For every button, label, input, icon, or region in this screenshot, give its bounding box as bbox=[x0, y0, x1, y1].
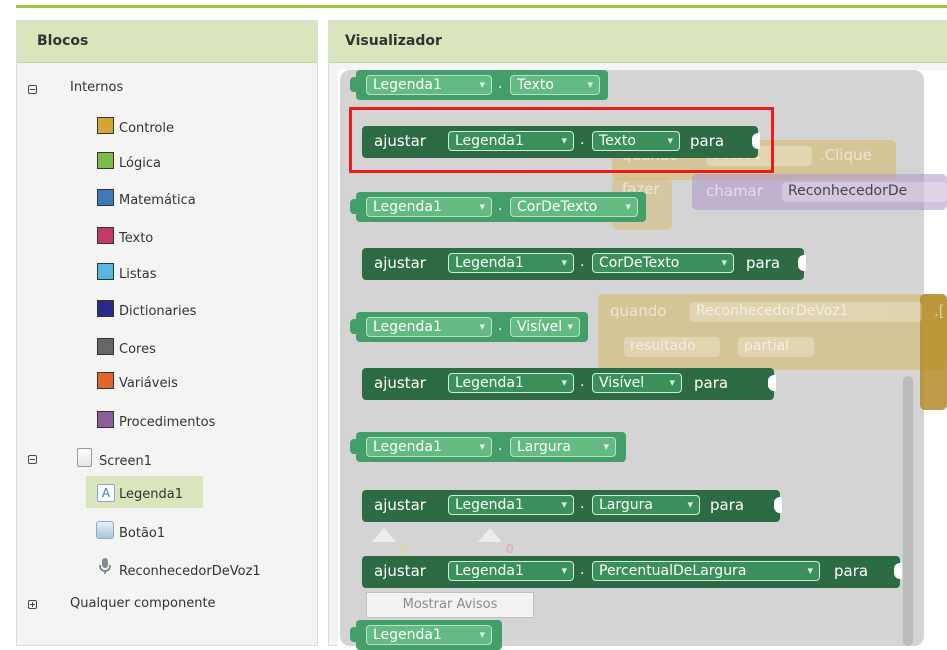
category-variaveis[interactable]: Variáveis bbox=[119, 376, 178, 391]
category-controle[interactable]: Controle bbox=[119, 121, 174, 136]
label-icon: A bbox=[97, 484, 115, 502]
tree-item-screen1[interactable]: Screen1 bbox=[99, 454, 152, 469]
microphone-icon bbox=[99, 557, 111, 575]
error-triangle-icon bbox=[478, 528, 502, 542]
listas-color-icon bbox=[97, 263, 114, 280]
ghost-param-partial: partial bbox=[738, 337, 814, 357]
category-texto[interactable]: Texto bbox=[119, 231, 153, 246]
component-botao1[interactable]: Botão1 bbox=[119, 526, 165, 541]
warning-count: 0 bbox=[400, 542, 408, 556]
category-dictionaries[interactable]: Dictionaries bbox=[119, 304, 196, 319]
component-dropdown[interactable]: Legenda1 bbox=[448, 561, 574, 581]
component-dropdown[interactable]: Legenda1 bbox=[448, 373, 574, 393]
show-warnings-button[interactable]: Mostrar Avisos bbox=[366, 592, 534, 618]
controle-color-icon bbox=[97, 117, 114, 134]
property-dropdown-visivel[interactable]: Visível bbox=[592, 373, 682, 393]
property-dropdown-cordetexto[interactable]: CorDeTexto bbox=[592, 253, 734, 273]
component-dropdown[interactable]: Legenda1 bbox=[366, 75, 492, 95]
workspace-scrollbar[interactable] bbox=[903, 376, 913, 646]
component-dropdown[interactable]: Legenda1 bbox=[366, 317, 492, 337]
expand-any-component-icon[interactable] bbox=[28, 600, 37, 609]
getter-block-visivel[interactable]: Legenda1 . Visível bbox=[350, 312, 588, 342]
component-dropdown[interactable]: Legenda1 bbox=[366, 437, 492, 457]
getter-block-texto[interactable]: Legenda1 . Texto bbox=[350, 70, 608, 100]
procedimentos-color-icon bbox=[97, 411, 114, 428]
category-listas[interactable]: Listas bbox=[119, 267, 156, 282]
component-legenda1[interactable]: Legenda1 bbox=[119, 487, 183, 502]
texto-color-icon bbox=[97, 227, 114, 244]
dictionaries-color-icon bbox=[97, 300, 114, 317]
blocks-panel-title: Blocos bbox=[17, 21, 317, 63]
component-reconhecedordevoz1[interactable]: ReconhecedorDeVoz1 bbox=[119, 564, 261, 579]
setter-block-visivel[interactable]: ajustar Legenda1 . Visível para bbox=[362, 368, 776, 400]
collapse-screen1-icon[interactable] bbox=[28, 455, 37, 464]
component-dropdown[interactable]: Legenda1 bbox=[448, 253, 574, 273]
getter-block-largura[interactable]: Legenda1 . Largura bbox=[350, 432, 626, 462]
blocks-panel: Blocos bbox=[16, 20, 318, 646]
collapse-internos-icon[interactable] bbox=[28, 85, 37, 94]
ghost-event-1: .Clique bbox=[820, 146, 872, 164]
category-logica[interactable]: Lógica bbox=[119, 156, 161, 171]
button-icon bbox=[96, 521, 114, 539]
setter-block-cordetexto[interactable]: ajustar Legenda1 . CorDeTexto para bbox=[362, 248, 806, 280]
category-cores[interactable]: Cores bbox=[119, 342, 156, 357]
tree-item-any-component[interactable]: Qualquer componente bbox=[70, 596, 216, 611]
ghost-when-2: quando bbox=[610, 302, 667, 320]
cores-color-icon bbox=[97, 338, 114, 355]
property-dropdown-largura[interactable]: Largura bbox=[592, 495, 700, 515]
ghost-call-word: chamar bbox=[706, 182, 763, 200]
error-count: 0 bbox=[506, 542, 514, 556]
property-dropdown-texto[interactable]: Texto bbox=[510, 75, 600, 95]
screen-icon bbox=[77, 448, 92, 467]
component-dropdown[interactable]: Legenda1 bbox=[448, 495, 574, 515]
logica-color-icon bbox=[97, 152, 114, 169]
property-dropdown-cordetexto[interactable]: CorDeTexto bbox=[510, 197, 638, 217]
setter-block-percentualdelargura[interactable]: ajustar Legenda1 . PercentualDeLargura p… bbox=[362, 556, 902, 588]
variaveis-color-icon bbox=[97, 372, 114, 389]
matematica-color-icon bbox=[97, 189, 114, 206]
warning-triangle-icon bbox=[372, 528, 396, 542]
property-dropdown-largura[interactable]: Largura bbox=[510, 437, 616, 457]
property-dropdown-visivel[interactable]: Visível bbox=[510, 317, 580, 337]
setter-block-largura[interactable]: ajustar Legenda1 . Largura para bbox=[362, 490, 782, 522]
viewer-panel-title: Visualizador bbox=[329, 21, 947, 63]
component-dropdown[interactable]: Legenda1 bbox=[366, 625, 492, 645]
category-matematica[interactable]: Matemática bbox=[119, 193, 196, 208]
ghost-component-2: ReconhecedorDeVoz1 bbox=[690, 302, 922, 322]
component-dropdown[interactable]: Legenda1 bbox=[366, 197, 492, 217]
tree-item-internos[interactable]: Internos bbox=[70, 80, 123, 95]
ghost-event-2: .[ bbox=[934, 302, 945, 320]
ghost-param-resultado: resultado bbox=[624, 337, 720, 357]
ghost-call-component: ReconhecedorDe bbox=[782, 182, 947, 202]
top-accent-line bbox=[16, 5, 947, 8]
getter-block-cordetexto[interactable]: Legenda1 . CorDeTexto bbox=[350, 192, 646, 222]
category-procedimentos[interactable]: Procedimentos bbox=[119, 415, 215, 430]
highlight-box bbox=[349, 107, 774, 173]
property-dropdown-percentualdelargura[interactable]: PercentualDeLargura bbox=[592, 561, 820, 581]
